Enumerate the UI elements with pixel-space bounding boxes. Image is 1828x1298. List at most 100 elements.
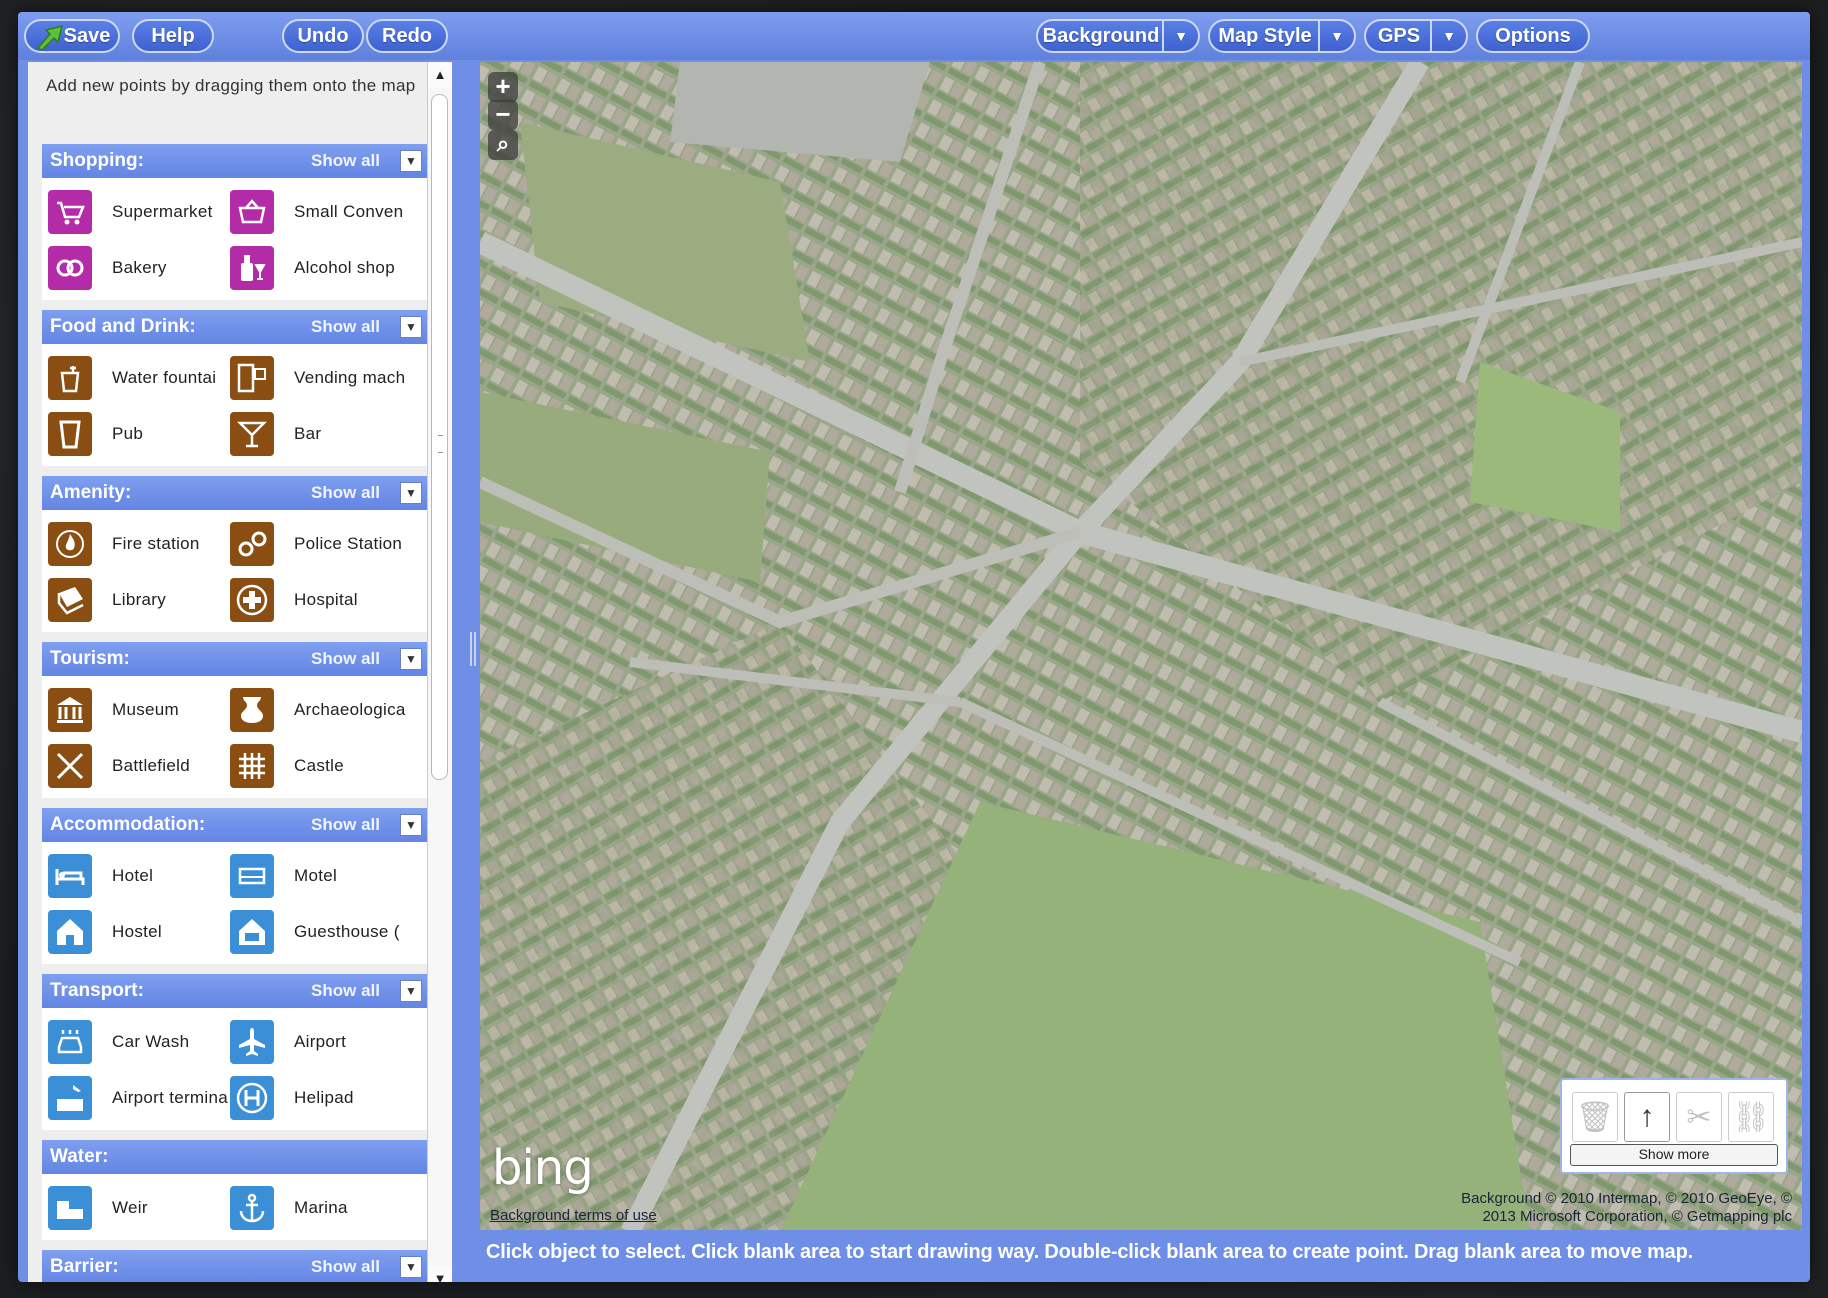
category-header[interactable]: Barrier: Show all ▼ — [42, 1250, 428, 1282]
map-canvas[interactable]: + − ⌕ bing Background terms of use Backg… — [480, 62, 1802, 1232]
palette-item[interactable]: Bakery — [48, 240, 230, 296]
show-more-button[interactable]: Show more — [1570, 1144, 1778, 1166]
category-panel: Water: Weir Marina — [42, 1140, 428, 1240]
show-all-link[interactable]: Show all — [311, 974, 380, 1008]
category-items: Supermarket Small Conven Bakery Alcohol sho… — [42, 178, 428, 300]
palette-item[interactable]: Bar — [230, 406, 412, 462]
chevron-down-icon[interactable]: ▼ — [400, 150, 422, 172]
panel-resize-handle[interactable] — [470, 632, 476, 666]
zoom-in-button[interactable]: + — [488, 72, 518, 102]
map-style-menu-button[interactable]: Map Style ▼ — [1208, 19, 1356, 53]
arrow-up-icon[interactable]: ↑ — [1624, 1092, 1670, 1142]
palette-item-label: Water fountai — [112, 368, 217, 387]
chevron-down-icon[interactable]: ▼ — [1162, 21, 1198, 51]
scrollbar-thumb[interactable] — [431, 94, 448, 780]
airplane-icon — [230, 1020, 274, 1064]
book-icon — [48, 578, 92, 622]
show-all-link[interactable]: Show all — [311, 808, 380, 842]
motel-icon — [230, 854, 274, 898]
palette-item[interactable]: Fire station — [48, 516, 230, 572]
chevron-down-icon[interactable]: ▼ — [1318, 21, 1354, 51]
palette-item[interactable]: Battlefield — [48, 738, 230, 794]
palette-scrollbar[interactable]: ▲ ▼ — [427, 62, 452, 1282]
weir-icon — [48, 1186, 92, 1230]
scroll-down-arrow-icon[interactable]: ▼ — [428, 1266, 452, 1282]
background-menu-button[interactable]: Background ▼ — [1036, 19, 1200, 53]
show-all-link[interactable]: Show all — [311, 476, 380, 510]
palette-item[interactable]: Alcohol shop — [230, 240, 412, 296]
show-all-link[interactable]: Show all — [311, 1250, 380, 1282]
show-all-link[interactable]: Show all — [311, 144, 380, 178]
chevron-down-icon[interactable]: ▼ — [400, 814, 422, 836]
category-header[interactable]: Amenity: Show all ▼ — [42, 476, 428, 510]
fire-station-icon — [48, 522, 92, 566]
palette-item[interactable]: Airport — [230, 1014, 412, 1070]
palette-item[interactable]: Car Wash — [48, 1014, 230, 1070]
palette-item[interactable]: Library — [48, 572, 230, 628]
palette-item-label: Vending mach — [294, 368, 406, 387]
category-header[interactable]: Tourism: Show all ▼ — [42, 642, 428, 676]
options-button[interactable]: Options — [1476, 19, 1590, 53]
scroll-up-arrow-icon[interactable]: ▲ — [428, 62, 452, 88]
save-arrow-icon — [36, 24, 64, 50]
scissors-icon[interactable]: ✂ — [1676, 1092, 1722, 1142]
category-title: Accommodation: — [50, 814, 206, 835]
palette-item[interactable]: Archaeologica — [230, 682, 412, 738]
palette-item[interactable]: Guesthouse ( — [230, 904, 412, 960]
background-terms-link[interactable]: Background terms of use — [490, 1207, 657, 1224]
show-all-link[interactable]: Show all — [311, 310, 380, 344]
chevron-down-icon[interactable]: ▼ — [400, 316, 422, 338]
category-header[interactable]: Shopping: Show all ▼ — [42, 144, 428, 178]
palette-item[interactable]: Pub — [48, 406, 230, 462]
category-header[interactable]: Transport: Show all ▼ — [42, 974, 428, 1008]
gps-menu-button[interactable]: GPS ▼ — [1364, 19, 1468, 53]
palette-item-label: Marina — [294, 1198, 348, 1217]
palette-item[interactable]: Hospital — [230, 572, 412, 628]
category-panel: Amenity: Show all ▼ Fire station Police Stat… — [42, 476, 428, 632]
palette-item[interactable]: Water fountai — [48, 350, 230, 406]
trash-icon[interactable]: 🗑 — [1572, 1092, 1618, 1142]
palette-item[interactable]: Airport termina — [48, 1070, 230, 1126]
chevron-down-icon[interactable]: ▼ — [400, 980, 422, 1002]
palette-item[interactable]: Supermarket — [48, 184, 230, 240]
save-button[interactable]: Save — [24, 19, 120, 53]
palette-item-label: Bar — [294, 424, 322, 443]
castle-grid-icon — [230, 744, 274, 788]
chevron-down-icon[interactable]: ▼ — [1430, 21, 1466, 51]
chevron-down-icon[interactable]: ▼ — [400, 1256, 422, 1278]
palette-item[interactable]: Small Conven — [230, 184, 412, 240]
palette-item-label: Battlefield — [112, 756, 190, 775]
palette-item[interactable]: Weir — [48, 1180, 230, 1236]
category-header[interactable]: Food and Drink: Show all ▼ — [42, 310, 428, 344]
palette-item[interactable]: Motel — [230, 848, 412, 904]
guesthouse-icon — [230, 910, 274, 954]
chevron-down-icon[interactable]: ▼ — [400, 482, 422, 504]
cocktail-glass-icon — [230, 412, 274, 456]
category-title: Transport: — [50, 980, 144, 1001]
anchor-icon — [230, 1186, 274, 1230]
palette-item-label: Car Wash — [112, 1032, 190, 1051]
palette-item[interactable]: Helipad — [230, 1070, 412, 1126]
chevron-down-icon[interactable]: ▼ — [400, 648, 422, 670]
category-title: Shopping: — [50, 150, 144, 171]
search-icon[interactable]: ⌕ — [488, 130, 518, 160]
help-button[interactable]: Help — [132, 19, 214, 53]
undo-button[interactable]: Undo — [282, 19, 364, 53]
palette-item[interactable]: Hostel — [48, 904, 230, 960]
redo-button[interactable]: Redo — [366, 19, 448, 53]
palette-item[interactable]: Museum — [48, 682, 230, 738]
palette-item[interactable]: Castle — [230, 738, 412, 794]
palette-item[interactable]: Vending mach — [230, 350, 412, 406]
show-all-link[interactable]: Show all — [311, 642, 380, 676]
category-header[interactable]: Accommodation: Show all ▼ — [42, 808, 428, 842]
category-panel: Transport: Show all ▼ Car Wash Airport Airpor… — [42, 974, 428, 1130]
palette-item[interactable]: Hotel — [48, 848, 230, 904]
palette-item[interactable]: Police Station — [230, 516, 412, 572]
category-panel: Tourism: Show all ▼ Museum Archaeologica Batt… — [42, 642, 428, 798]
palette-item[interactable]: Marina — [230, 1180, 412, 1236]
link-icon[interactable]: ⛓ — [1728, 1092, 1774, 1142]
feature-palette: Add new points by dragging them onto the… — [28, 62, 452, 1282]
zoom-out-button[interactable]: − — [488, 100, 518, 130]
category-header[interactable]: Water: — [42, 1140, 428, 1174]
vending-machine-icon — [230, 356, 274, 400]
